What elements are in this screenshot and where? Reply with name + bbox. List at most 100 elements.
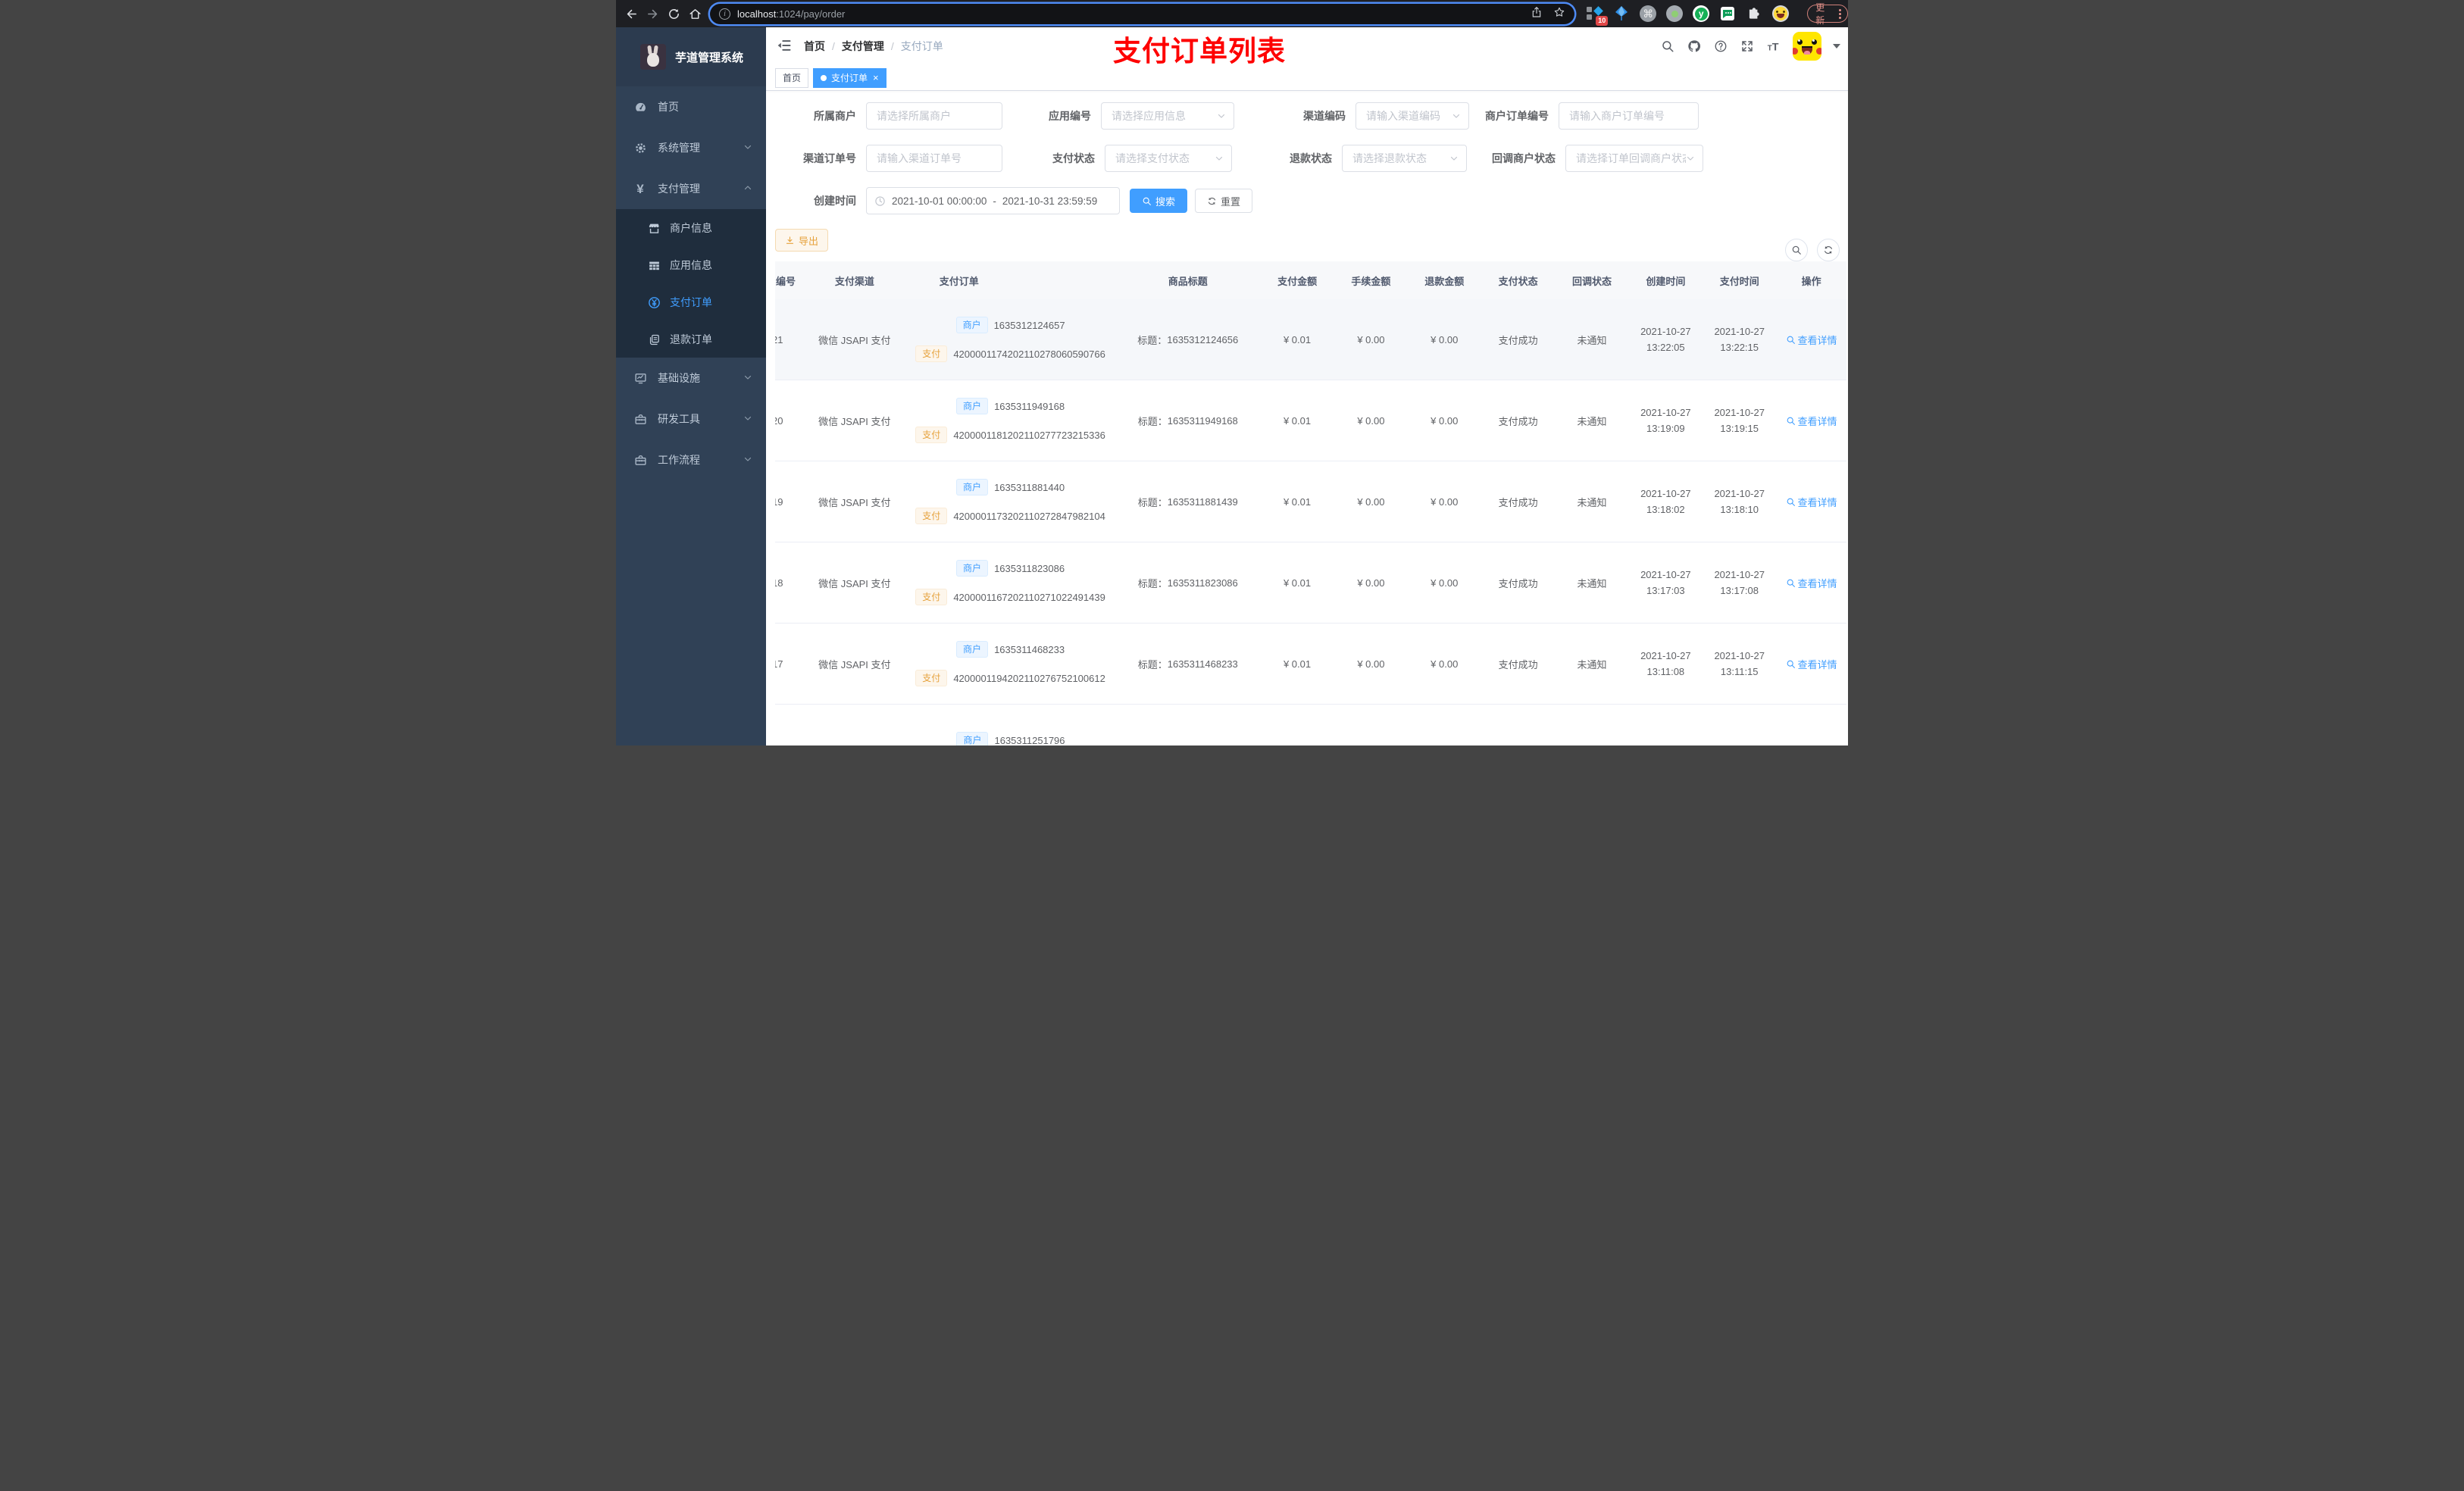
channel-order-no-input[interactable] bbox=[866, 145, 1002, 172]
merchant-order-no: 1635311468233 bbox=[994, 643, 1065, 655]
cell-pay-amount bbox=[1116, 705, 1190, 746]
sidebar-item-home[interactable]: 首页 bbox=[616, 86, 766, 127]
avatar[interactable] bbox=[1793, 32, 1821, 61]
share-icon[interactable] bbox=[1531, 6, 1543, 22]
notify-status-select[interactable]: 请选择订单回调商户状态 bbox=[1565, 145, 1703, 172]
bookmark-star-icon[interactable] bbox=[1553, 6, 1565, 22]
browser-menu-icon[interactable] bbox=[1839, 8, 1842, 19]
merchant-order-no: 1635311881440 bbox=[994, 481, 1065, 493]
sidebar-item-pay-order[interactable]: 支付订单 bbox=[616, 283, 766, 320]
avatar-caret-icon[interactable] bbox=[1833, 44, 1840, 48]
merchant-order-no: 1635312124657 bbox=[993, 319, 1065, 331]
view-detail-link[interactable]: 查看详情 bbox=[1786, 576, 1837, 590]
breadcrumb-home[interactable]: 首页 bbox=[804, 39, 825, 54]
channel-code-select[interactable]: 请输入渠道编码 bbox=[1356, 102, 1469, 130]
merchant-order-no: 1635311251796 bbox=[994, 734, 1065, 746]
github-icon[interactable] bbox=[1687, 39, 1702, 54]
font-size-icon[interactable] bbox=[1766, 39, 1781, 54]
table-toolbar bbox=[1785, 239, 1840, 261]
sidebar-item-infra[interactable]: 基础设施 bbox=[616, 358, 766, 399]
pay-order-no: 4200001181202110277723215336 bbox=[953, 429, 1105, 441]
tab-pay-order[interactable]: 支付订单 × bbox=[813, 67, 886, 88]
tab-home[interactable]: 首页 bbox=[775, 67, 809, 88]
cell-product-title: 标题： 1635312124656 bbox=[1137, 333, 1239, 346]
sidebar-item-payment[interactable]: ¥ 支付管理 bbox=[616, 168, 766, 209]
cell-pay-time: 2021-10-27 13:18:10 bbox=[1714, 488, 1765, 515]
merchant-input[interactable] bbox=[866, 102, 1002, 130]
extension-y-icon[interactable]: y bbox=[1692, 5, 1710, 23]
view-detail-link[interactable]: 查看详情 bbox=[1786, 495, 1837, 509]
cell-pay-channel: 微信 JSAPI 支付 bbox=[818, 658, 891, 670]
search-icon bbox=[1142, 196, 1152, 206]
view-detail-link[interactable]: 查看详情 bbox=[1786, 333, 1837, 347]
filter-row-1: 所属商户 应用编号 请选择应用信息 渠道编码 请输入渠道编码 商户订单编号 bbox=[775, 102, 1848, 130]
sidebar-item-system[interactable]: 系统管理 bbox=[616, 127, 766, 168]
table-row: 21 微信 JSAPI 支付 商户 1635312124657 支付 42000… bbox=[775, 299, 1846, 380]
extension-green-dot-icon[interactable] bbox=[1665, 5, 1684, 23]
create-time-range-picker[interactable]: 2021-10-01 00:00:00 - 2021-10-31 23:59:5… bbox=[866, 187, 1120, 214]
search-button[interactable]: 搜索 bbox=[1130, 189, 1188, 213]
breadcrumb-current: 支付订单 bbox=[900, 40, 943, 52]
sidebar: 芋道管理系统 首页 系统管理 ¥ 支付管理 商户信息 应用信息 支付订单 退款订… bbox=[616, 27, 766, 746]
reset-button[interactable]: 重置 bbox=[1195, 189, 1253, 213]
browser-home-button[interactable] bbox=[684, 3, 705, 24]
cell-order-id bbox=[775, 705, 809, 746]
pay-order-no: 4200001174202110278060590766 bbox=[953, 348, 1105, 360]
screen: i localhost:1024/pay/order 10 ⌘ y 更新 芋道管… bbox=[616, 0, 1848, 746]
cell-notify-status bbox=[1412, 705, 1485, 746]
cell-pay-channel: 微信 JSAPI 支付 bbox=[818, 577, 891, 589]
close-icon[interactable]: × bbox=[873, 73, 879, 83]
merchant-order-no: 1635311823086 bbox=[994, 562, 1065, 574]
magnifier-icon bbox=[1786, 335, 1796, 345]
browser-update-button[interactable]: 更新 bbox=[1807, 2, 1848, 26]
filter-label-notify-status: 回调商户状态 bbox=[1492, 152, 1556, 164]
cell-pay-amount: ¥ 0.01 bbox=[1283, 414, 1312, 427]
help-icon[interactable] bbox=[1713, 39, 1728, 54]
address-bar[interactable]: i localhost:1024/pay/order bbox=[710, 3, 1575, 24]
toolbox-icon bbox=[633, 453, 647, 467]
pay-tag: 支付 bbox=[915, 345, 948, 362]
cell-refund-amount: ¥ 0.00 bbox=[1431, 577, 1459, 589]
chevron-down-icon bbox=[743, 142, 752, 154]
browser-back-button[interactable] bbox=[621, 3, 642, 24]
breadcrumb-payment[interactable]: 支付管理 bbox=[842, 39, 884, 54]
extension-emoji-icon[interactable] bbox=[1771, 5, 1790, 23]
extension-command-icon[interactable]: ⌘ bbox=[1639, 5, 1657, 23]
magnifier-icon bbox=[1786, 659, 1796, 669]
sidebar-item-merchant-info[interactable]: 商户信息 bbox=[616, 209, 766, 246]
cell-pay-channel bbox=[809, 705, 900, 746]
extension-chat-icon[interactable] bbox=[1718, 5, 1737, 23]
chevron-down-icon bbox=[743, 413, 752, 425]
sidebar-item-workflow[interactable]: 工作流程 bbox=[616, 439, 766, 480]
sidebar-collapse-icon[interactable] bbox=[777, 38, 793, 55]
pay-status-select[interactable]: 请选择支付状态 bbox=[1105, 145, 1232, 172]
sidebar-item-app-info[interactable]: 应用信息 bbox=[616, 246, 766, 283]
search-icon[interactable] bbox=[1660, 39, 1675, 54]
extension-kite-icon[interactable] bbox=[1612, 5, 1631, 23]
logo-image bbox=[640, 44, 666, 70]
yen-icon: ¥ bbox=[636, 181, 644, 196]
view-detail-link[interactable]: 查看详情 bbox=[1786, 657, 1837, 671]
hide-search-button[interactable] bbox=[1785, 239, 1808, 261]
view-detail-link[interactable]: 查看详情 bbox=[1786, 414, 1837, 428]
extension-badge-icon[interactable]: 10 bbox=[1586, 5, 1609, 26]
app-logo[interactable]: 芋道管理系统 bbox=[616, 27, 766, 86]
sidebar-item-dev-tools[interactable]: 研发工具 bbox=[616, 399, 766, 439]
browser-forward-button[interactable] bbox=[642, 3, 663, 24]
export-button[interactable]: 导出 bbox=[775, 229, 829, 252]
app-select[interactable]: 请选择应用信息 bbox=[1101, 102, 1234, 130]
filter-row-2: 渠道订单号 支付状态 请选择支付状态 退款状态 请选择退款状态 回调商户状态 请… bbox=[775, 145, 1848, 172]
sidebar-item-refund-order[interactable]: 退款订单 bbox=[616, 320, 766, 358]
merchant-order-no-input[interactable] bbox=[1559, 102, 1699, 130]
cell-order-id: 20 bbox=[775, 414, 783, 427]
refresh-table-button[interactable] bbox=[1817, 239, 1840, 261]
merchant-order-no: 1635311949168 bbox=[994, 400, 1065, 412]
fullscreen-icon[interactable] bbox=[1740, 39, 1755, 54]
extensions-puzzle-icon[interactable] bbox=[1745, 5, 1763, 23]
refund-status-select[interactable]: 请选择退款状态 bbox=[1342, 145, 1467, 172]
cell-notify-status: 未通知 bbox=[1577, 415, 1607, 427]
browser-reload-button[interactable] bbox=[663, 3, 684, 24]
site-info-icon[interactable]: i bbox=[719, 8, 730, 20]
cell-product-title: 标题： 1635311949168 bbox=[1137, 414, 1238, 427]
cell-fee-amount bbox=[1190, 705, 1264, 746]
